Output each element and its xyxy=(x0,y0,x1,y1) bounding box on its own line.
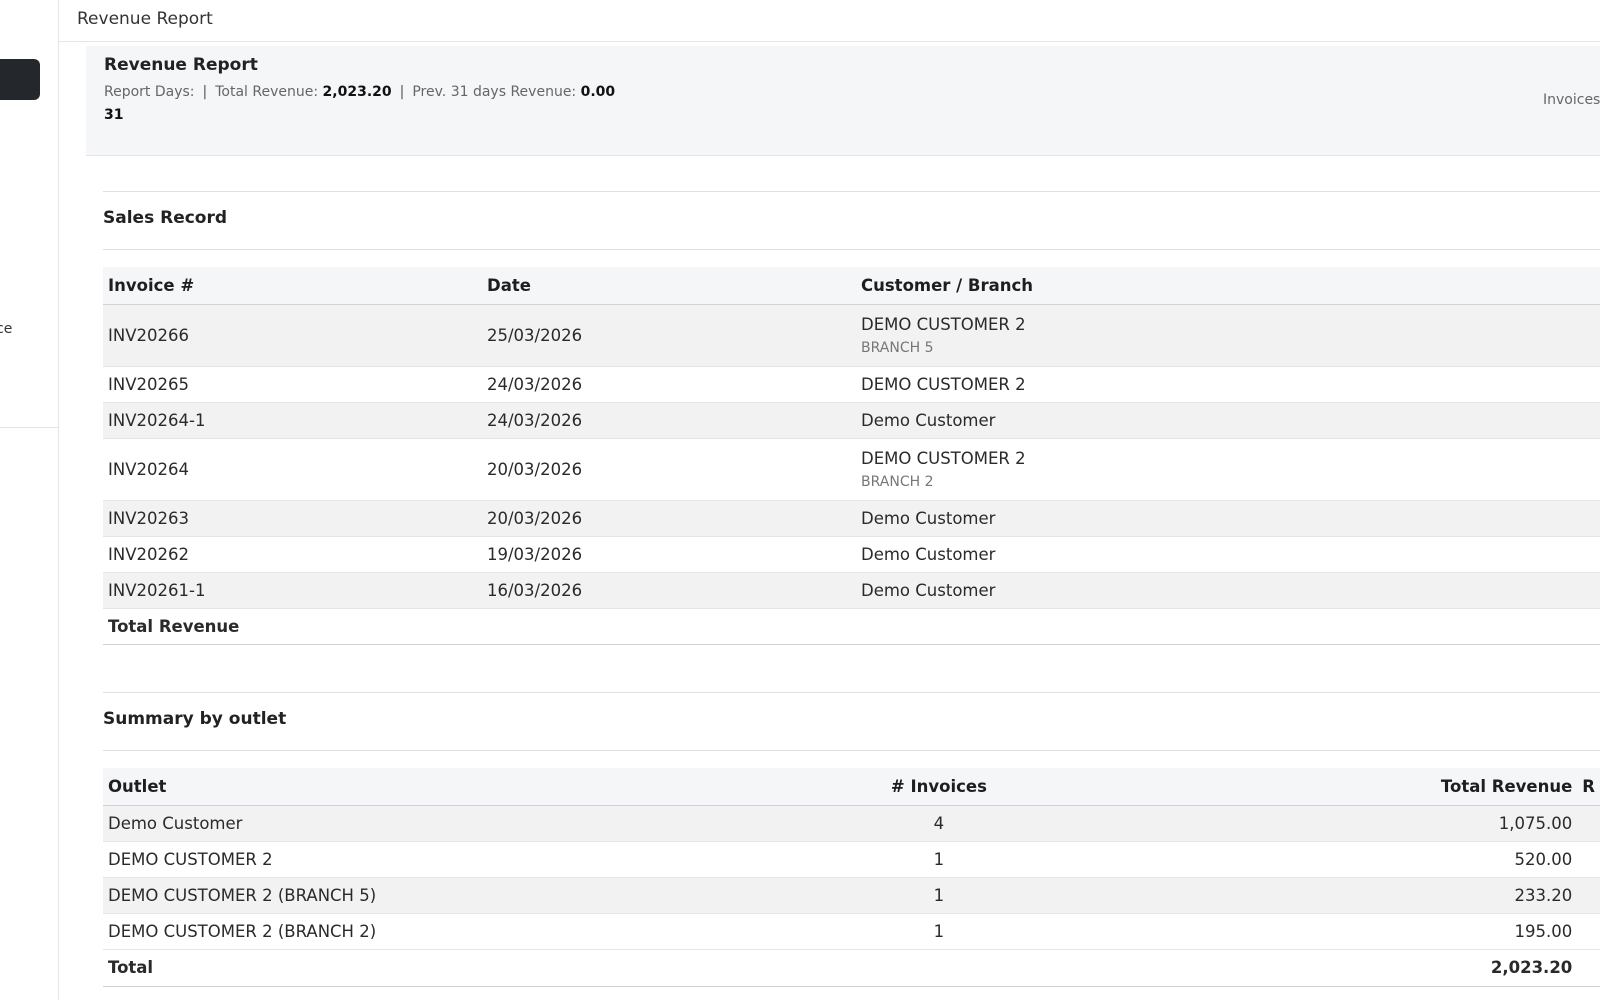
invoice-count-cell: 1 xyxy=(933,885,945,905)
report-stats: Report Days: | Total Revenue: 2,023.20 | Pre… xyxy=(104,84,615,100)
report-days-label: Report Days: xyxy=(104,84,195,100)
sidebar-item-label[interactable]: ce xyxy=(0,321,12,337)
prev-revenue-value: 0.00 xyxy=(580,84,616,100)
table-footer-row: Total Revenue xyxy=(103,608,1600,644)
date-cell: 20/03/2026 xyxy=(487,459,583,479)
stat-separator: | xyxy=(399,84,405,100)
revenue-cell: 1,075.00 xyxy=(1498,813,1573,833)
table-footer-row: Total 2,023.20 xyxy=(103,949,1600,986)
date-cell: 24/03/2026 xyxy=(487,374,583,394)
total-revenue-value: 2,023.20 xyxy=(322,84,392,100)
section-divider xyxy=(103,692,1600,693)
table-row[interactable]: INV20264 20/03/2026 DEMO CUSTOMER 2 BRANCH … xyxy=(103,438,1600,500)
outlet-total-label: Total xyxy=(108,958,154,977)
date-cell: 16/03/2026 xyxy=(487,580,583,600)
section-divider xyxy=(103,750,1600,751)
revenue-cell: 195.00 xyxy=(1514,921,1573,941)
invoice-cell[interactable]: INV20262 xyxy=(108,545,189,564)
branch-label: BRANCH 5 xyxy=(861,339,934,356)
total-revenue-label: Total Revenue: xyxy=(215,84,319,100)
sidebar-active-item[interactable] xyxy=(0,59,40,100)
column-header-customer[interactable]: Customer / Branch xyxy=(856,267,1600,304)
total-revenue-footer-label: Total Revenue xyxy=(108,616,240,636)
table-row[interactable]: DEMO CUSTOMER 2 (BRANCH 2) 1 195.00 xyxy=(103,913,1600,949)
report-header-card: Revenue Report Report Days: | Total Revenu… xyxy=(86,46,1600,156)
outlet-name-cell: DEMO CUSTOMER 2 xyxy=(108,849,273,869)
revenue-cell: 520.00 xyxy=(1514,849,1573,869)
column-header-outlet[interactable]: Outlet xyxy=(103,768,795,805)
sales-record-table: Invoice # Date Customer / Branch INV2026… xyxy=(103,267,1600,645)
customer-cell: Demo Customer xyxy=(861,580,996,600)
date-cell: 20/03/2026 xyxy=(487,508,583,528)
sidebar: ce xyxy=(0,0,59,1000)
invoice-cell[interactable]: INV20264 xyxy=(108,460,189,479)
invoices-label: Invoices xyxy=(1543,92,1600,108)
column-header-truncated[interactable]: R xyxy=(1577,768,1600,805)
prev-revenue-label: Prev. 31 days Revenue: xyxy=(412,84,577,100)
outlet-name-cell: DEMO CUSTOMER 2 (BRANCH 2) xyxy=(108,921,377,941)
invoice-cell[interactable]: INV20265 xyxy=(108,375,189,394)
customer-cell: DEMO CUSTOMER 2 xyxy=(861,314,1026,334)
stat-separator: | xyxy=(202,84,208,100)
table-row[interactable]: INV20264-1 24/03/2026 Demo Customer xyxy=(103,402,1600,438)
column-header-date[interactable]: Date xyxy=(482,267,856,304)
invoice-count-cell: 4 xyxy=(933,813,945,833)
table-header-row: Outlet # Invoices Total Revenue R xyxy=(103,768,1600,805)
date-cell: 25/03/2026 xyxy=(487,325,583,345)
top-bar: Revenue Report xyxy=(59,0,1600,42)
table-row[interactable]: INV20266 25/03/2026 DEMO CUSTOMER 2 BRANCH … xyxy=(103,304,1600,366)
outlet-name-cell: DEMO CUSTOMER 2 (BRANCH 5) xyxy=(108,885,377,905)
page-title: Revenue Report xyxy=(77,9,213,29)
customer-cell: Demo Customer xyxy=(861,508,996,528)
table-row[interactable]: INV20265 24/03/2026 DEMO CUSTOMER 2 xyxy=(103,366,1600,402)
table-row[interactable]: INV20261-1 16/03/2026 Demo Customer xyxy=(103,572,1600,608)
customer-cell: DEMO CUSTOMER 2 xyxy=(861,374,1026,394)
outlet-total-revenue: 2,023.20 xyxy=(1490,958,1573,977)
branch-label: BRANCH 2 xyxy=(861,473,934,490)
customer-cell: Demo Customer xyxy=(861,410,996,430)
table-row[interactable]: DEMO CUSTOMER 2 (BRANCH 5) 1 233.20 xyxy=(103,877,1600,913)
invoice-cell[interactable]: INV20264-1 xyxy=(108,411,205,430)
date-cell: 24/03/2026 xyxy=(487,410,583,430)
column-header-total-revenue[interactable]: Total Revenue xyxy=(1083,768,1578,805)
sales-record-title: Sales Record xyxy=(103,208,228,228)
outlet-summary-table: Outlet # Invoices Total Revenue R Demo C… xyxy=(103,768,1600,987)
table-row[interactable]: Demo Customer 4 1,075.00 xyxy=(103,805,1600,841)
column-header-invoice[interactable]: Invoice # xyxy=(103,267,482,304)
table-row[interactable]: INV20263 20/03/2026 Demo Customer xyxy=(103,500,1600,536)
report-title: Revenue Report xyxy=(104,55,258,75)
customer-cell: DEMO CUSTOMER 2 xyxy=(861,448,1026,468)
section-divider xyxy=(103,249,1600,250)
section-divider xyxy=(103,191,1600,192)
invoice-cell[interactable]: INV20263 xyxy=(108,509,189,528)
date-cell: 19/03/2026 xyxy=(487,544,583,564)
table-header-row: Invoice # Date Customer / Branch xyxy=(103,267,1600,304)
customer-cell: Demo Customer xyxy=(861,544,996,564)
invoice-count-cell: 1 xyxy=(933,849,945,869)
report-days-value: 31 xyxy=(104,107,124,123)
outlet-summary-title: Summary by outlet xyxy=(103,709,287,729)
invoice-count-cell: 1 xyxy=(933,921,945,941)
invoice-cell[interactable]: INV20261-1 xyxy=(108,581,205,600)
sidebar-divider xyxy=(0,427,58,428)
column-header-invoices[interactable]: # Invoices xyxy=(795,768,1082,805)
table-row[interactable]: INV20262 19/03/2026 Demo Customer xyxy=(103,536,1600,572)
table-row[interactable]: DEMO CUSTOMER 2 1 520.00 xyxy=(103,841,1600,877)
revenue-cell: 233.20 xyxy=(1514,885,1573,905)
invoice-cell[interactable]: INV20266 xyxy=(108,326,189,345)
outlet-name-cell: Demo Customer xyxy=(108,813,243,833)
